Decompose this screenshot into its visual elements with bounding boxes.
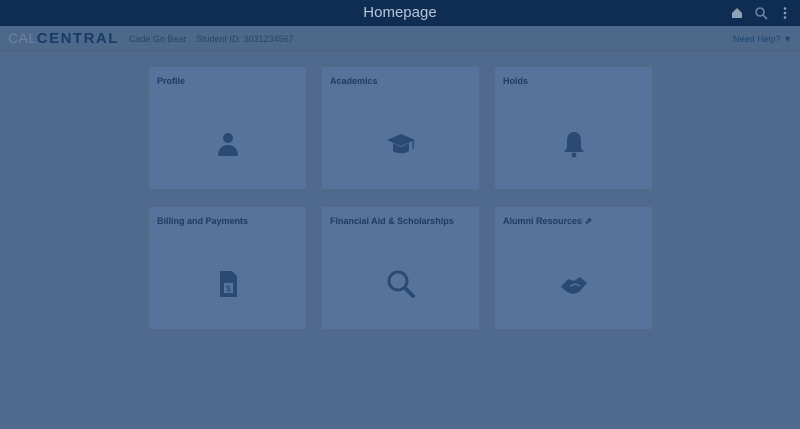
bill-icon: $ xyxy=(219,271,237,297)
tile-title: Profile xyxy=(157,76,186,86)
sub-header: CAL CENTRAL Cade Go Bear Student ID: 303… xyxy=(0,26,800,51)
divider xyxy=(150,95,305,96)
user-name: Cade Go Bear xyxy=(129,34,187,44)
tile-title: Alumni Resources ⇗ xyxy=(503,216,593,226)
divider xyxy=(150,235,305,236)
tile-financial-aid[interactable]: Financial Aid & Scholarships xyxy=(321,206,480,330)
calcentral-logo[interactable]: CAL CENTRAL xyxy=(8,30,119,47)
search-icon[interactable] xyxy=(754,6,768,20)
divider xyxy=(496,95,651,96)
tile-academics[interactable]: Academics xyxy=(321,66,480,190)
home-icon[interactable] xyxy=(730,6,744,20)
tile-holds[interactable]: Holds xyxy=(494,66,653,190)
student-id: Student ID: 3031234567 xyxy=(196,34,294,44)
divider xyxy=(323,95,478,96)
tile-profile[interactable]: Profile xyxy=(148,66,307,190)
bell-icon xyxy=(563,132,584,158)
tile-title: Academics xyxy=(330,76,378,86)
logo-cal: CAL xyxy=(8,30,37,46)
tile-billing-and-payments[interactable]: Billing and Payments $ xyxy=(148,206,307,330)
tile-title: Billing and Payments xyxy=(157,216,249,226)
tile-title: Financial Aid & Scholarships xyxy=(330,216,454,226)
top-bar: Homepage xyxy=(0,0,800,26)
svg-text:$: $ xyxy=(226,285,231,294)
page-title: Homepage xyxy=(363,4,437,21)
graduation-cap-icon xyxy=(386,134,415,154)
tile-alumni-resources[interactable]: Alumni Resources ⇗ xyxy=(494,206,653,330)
magnifier-icon xyxy=(387,270,415,298)
tile-grid: Profile Academics Holds Billing and Paym… xyxy=(148,66,654,330)
divider xyxy=(496,235,651,236)
need-help-link[interactable]: Need Help? ▼ xyxy=(733,34,792,44)
person-icon xyxy=(217,133,238,156)
handshake-icon xyxy=(560,277,587,294)
tile-title: Holds xyxy=(503,76,529,86)
logo-central: CENTRAL xyxy=(36,30,119,47)
more-vertical-icon[interactable] xyxy=(778,6,792,20)
divider xyxy=(323,235,478,236)
